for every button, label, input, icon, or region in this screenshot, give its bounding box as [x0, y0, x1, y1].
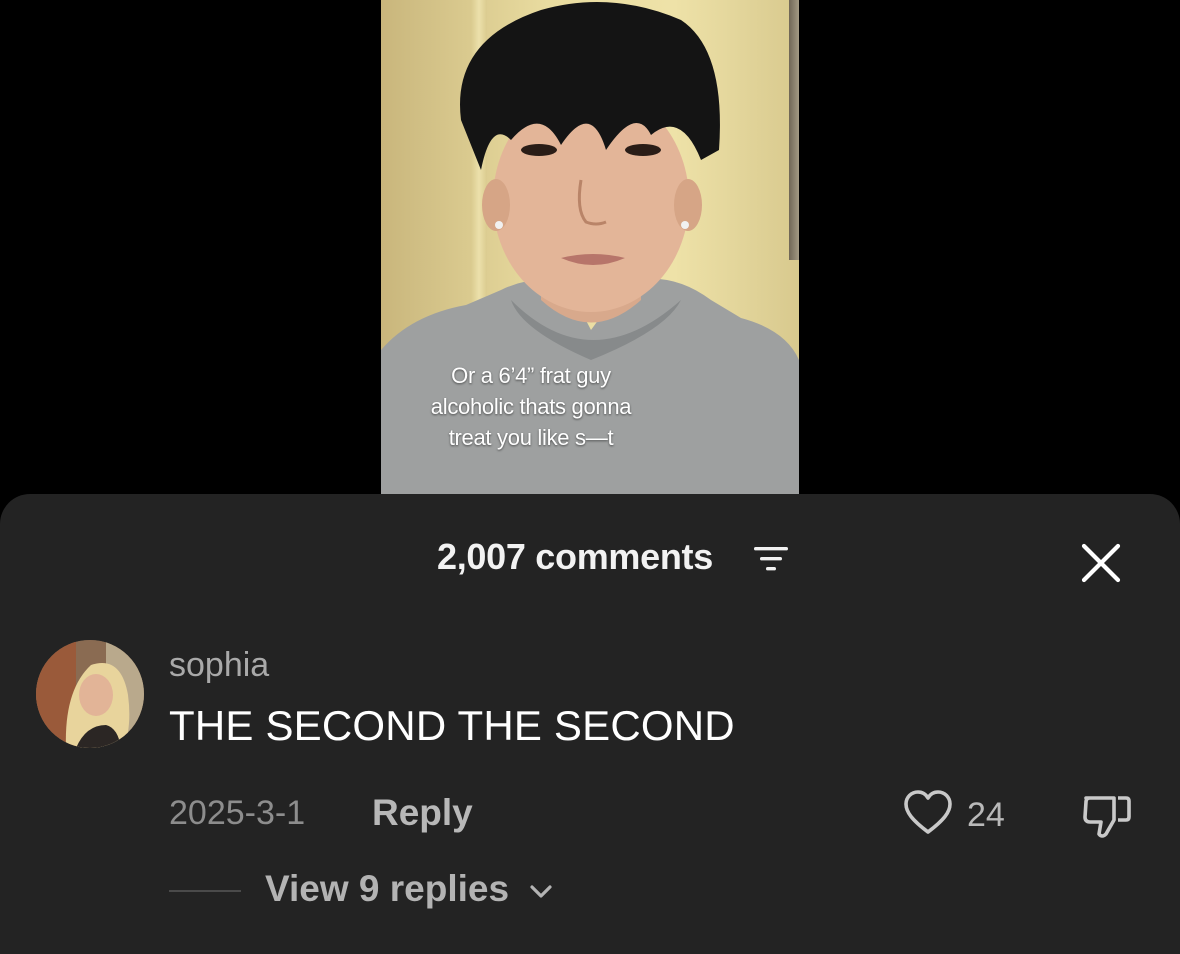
- comment-count-title: 2,007 comments: [437, 536, 713, 577]
- reply-button[interactable]: Reply: [372, 792, 473, 834]
- comments-header: 2,007 comments: [0, 530, 1180, 583]
- heart-outline-icon[interactable]: [902, 788, 954, 840]
- avatar-photo: [36, 640, 144, 748]
- filter-lines-icon[interactable]: [752, 544, 790, 574]
- thumbs-down-icon[interactable]: [1080, 788, 1134, 842]
- comment-username[interactable]: sophia: [169, 646, 269, 685]
- chevron-down-icon[interactable]: [527, 880, 555, 904]
- video-player[interactable]: Or a 6’4” frat guy alcoholic thats gonna…: [381, 0, 799, 494]
- view-replies-row: View 9 replies: [0, 866, 1180, 922]
- tiktok-comments-screen: Or a 6’4” frat guy alcoholic thats gonna…: [0, 0, 1180, 954]
- caption-line-2: alcoholic thats gonna: [430, 394, 632, 419]
- like-count: 24: [967, 796, 1005, 834]
- caption-line-3: treat you like s—t: [448, 425, 614, 450]
- comment-meta-row: 2025-3-1 Reply 24: [0, 786, 1180, 846]
- view-replies-button[interactable]: View 9 replies: [265, 868, 509, 910]
- comment-date: 2025-3-1: [169, 794, 306, 832]
- avatar[interactable]: [36, 640, 144, 748]
- video-caption: Or a 6’4” frat guy alcoholic thats gonna…: [381, 360, 681, 453]
- caption-line-1: Or a 6’4” frat guy: [451, 363, 611, 388]
- comment-text: THE SECOND THE SECOND: [169, 702, 735, 749]
- comments-sheet: 2,007 comments sophia THE SECOND THE SEC…: [0, 494, 1180, 954]
- comment-item: sophia THE SECOND THE SECOND: [0, 634, 1180, 764]
- replies-divider: [169, 890, 241, 892]
- close-x-icon[interactable]: [1076, 538, 1126, 588]
